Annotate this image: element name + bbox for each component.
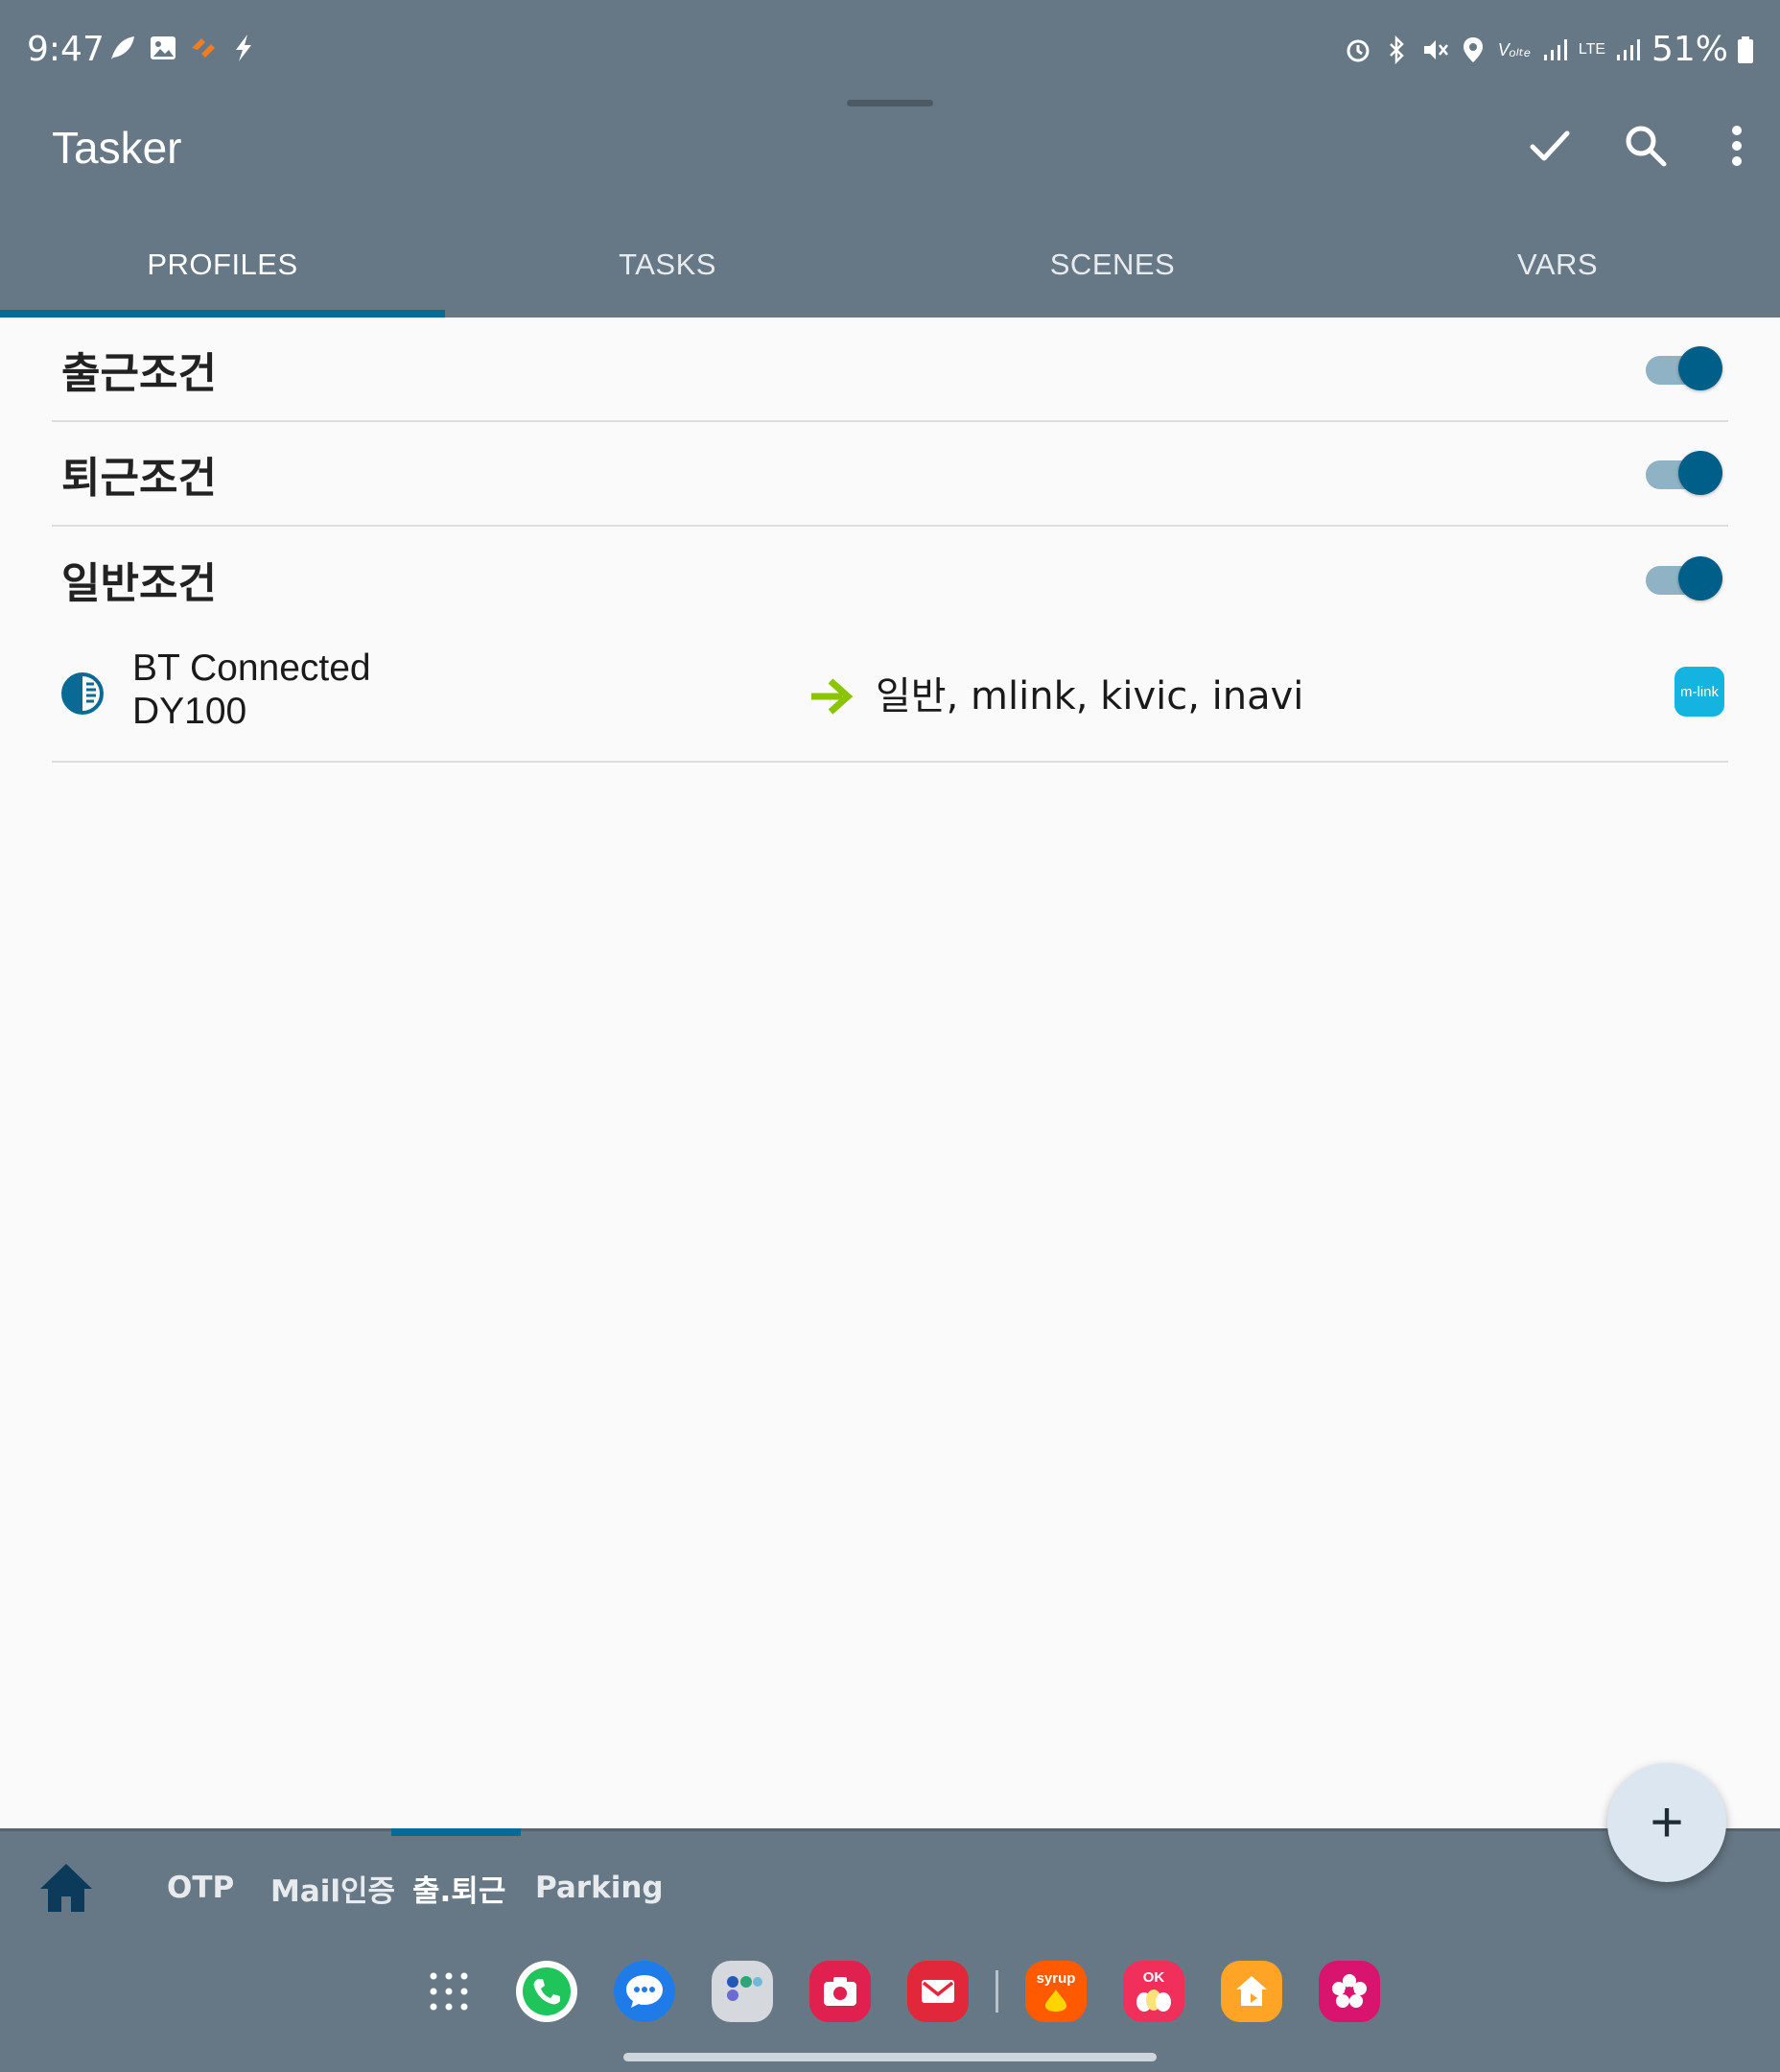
characters-icon — [1136, 1990, 1171, 2012]
status-time: 9:47 — [27, 30, 105, 69]
orange-app-icon — [188, 33, 219, 63]
battery-percent: 51% — [1651, 30, 1728, 69]
bottom-tab-parking[interactable]: Parking — [535, 1831, 664, 1944]
signal-icon — [1540, 35, 1571, 65]
status-left-icons — [107, 33, 259, 63]
house-icon — [1236, 1976, 1267, 2006]
syrup-label: syrup — [1036, 1970, 1076, 1987]
page-title: Tasker — [52, 123, 182, 173]
lte-icon: LTE — [1578, 41, 1606, 58]
app-dock: syrup OK — [414, 1958, 1417, 2025]
profile-row-commute[interactable]: 출근조건 — [52, 318, 1728, 422]
phone-icon — [523, 1967, 571, 2015]
mail-icon — [922, 1980, 954, 2003]
okcashbag-app-icon[interactable]: OK — [1123, 1961, 1184, 2022]
profile-toggle[interactable] — [1646, 450, 1722, 497]
context-line: BT Connected — [132, 648, 371, 689]
profile-row-general[interactable]: 일반조건 — [52, 527, 1728, 631]
bluetooth-icon — [1381, 35, 1412, 65]
tab-scenes[interactable]: SCENES — [890, 219, 1335, 318]
profile-toggle[interactable] — [1646, 345, 1722, 392]
window-drag-handle[interactable] — [847, 100, 933, 106]
folder-icon — [727, 1976, 762, 2001]
camera-icon — [824, 1977, 856, 2006]
tab-vars[interactable]: VARS — [1335, 219, 1780, 318]
add-profile-button[interactable]: + — [1607, 1763, 1726, 1882]
bottom-bar: OTP Mail인증 출.퇴근 Parking syrup OK — [0, 1828, 1780, 2072]
toggle-thumb — [1678, 555, 1722, 600]
bottom-tab-otp[interactable]: OTP — [167, 1831, 234, 1944]
bottom-tab-mail-auth[interactable]: Mail인증 — [270, 1831, 395, 1944]
bottom-tabs: OTP Mail인증 출.퇴근 Parking — [0, 1828, 1780, 1944]
flower-icon — [1332, 1974, 1367, 2008]
gesture-nav-handle[interactable] — [623, 2053, 1157, 2061]
signal-icon — [1613, 35, 1644, 65]
ok-label: OK — [1142, 1969, 1165, 1986]
syrup-app-icon[interactable]: syrup — [1025, 1961, 1087, 2022]
context-line: DY100 — [132, 691, 247, 732]
status-bar: 9:47 Vₒₗₜₑ LTE 51% — [0, 0, 1780, 100]
home-iot-app-icon[interactable] — [1221, 1961, 1282, 2022]
tab-tasks[interactable]: TASKS — [445, 219, 890, 318]
profile-name: 출근조건 — [61, 348, 217, 398]
more-options-button[interactable] — [1694, 115, 1780, 177]
volte-icon: Vₒₗₜₑ — [1497, 40, 1532, 59]
linked-tasks[interactable]: 일반, mlink, kivic, inavi — [876, 673, 1303, 719]
profile-toggle[interactable] — [1646, 555, 1722, 602]
email-app-icon[interactable] — [907, 1961, 969, 2022]
location-icon — [1458, 35, 1488, 65]
gallery-app-icon[interactable] — [1319, 1961, 1380, 2022]
context-description: BT Connected DY100 — [132, 647, 371, 733]
mlink-app-icon[interactable]: m-link — [1675, 667, 1724, 717]
grid-icon — [430, 1972, 468, 2011]
more-vert-icon — [1732, 126, 1742, 166]
bottom-tab-commute[interactable]: 출.퇴근 — [412, 1831, 505, 1944]
check-icon — [1530, 130, 1570, 161]
tab-profiles[interactable]: PROFILES — [0, 219, 445, 318]
alarm-icon — [1343, 35, 1373, 65]
profile-row-leave-work[interactable]: 퇴근조건 — [52, 422, 1728, 527]
battery-icon — [1736, 35, 1755, 65]
profile-list: 출근조건 퇴근조건 일반조건 BT Connected DY100 일반, ml… — [52, 318, 1728, 763]
arrow-right-icon — [811, 678, 854, 715]
profile-context-row[interactable]: BT Connected DY100 일반, mlink, kivic, ina… — [52, 631, 1728, 763]
syrup-drop-icon — [1045, 1990, 1066, 2012]
app-header: 9:47 Vₒₗₜₑ LTE 51% Tasker PROFILES TASKS… — [0, 0, 1780, 318]
profile-name: 퇴근조건 — [61, 453, 217, 503]
profile-name: 일반조건 — [61, 558, 217, 608]
leaf-icon — [107, 33, 138, 63]
chat-icon — [626, 1975, 663, 2008]
phone-app-icon[interactable] — [516, 1961, 577, 2022]
messages-app-icon[interactable] — [614, 1961, 675, 2022]
home-icon[interactable] — [36, 1860, 96, 1916]
toggle-thumb — [1678, 345, 1722, 390]
toolbar-actions — [1502, 115, 1780, 177]
check-button[interactable] — [1502, 115, 1598, 177]
bluetooth-state-icon — [61, 672, 104, 715]
search-button[interactable] — [1598, 115, 1694, 177]
folder-app-icon[interactable] — [712, 1961, 773, 2022]
search-icon — [1626, 126, 1667, 167]
app-drawer-button[interactable] — [418, 1961, 480, 2022]
bolt-icon — [228, 33, 259, 63]
mute-icon — [1419, 35, 1450, 65]
dock-divider — [995, 1970, 998, 2013]
main-tabs: PROFILES TASKS SCENES VARS — [0, 219, 1780, 318]
status-right-icons: Vₒₗₜₑ LTE 51% — [1343, 29, 1755, 71]
camera-app-icon[interactable] — [809, 1961, 871, 2022]
toggle-thumb — [1678, 450, 1722, 495]
image-icon — [148, 33, 178, 63]
